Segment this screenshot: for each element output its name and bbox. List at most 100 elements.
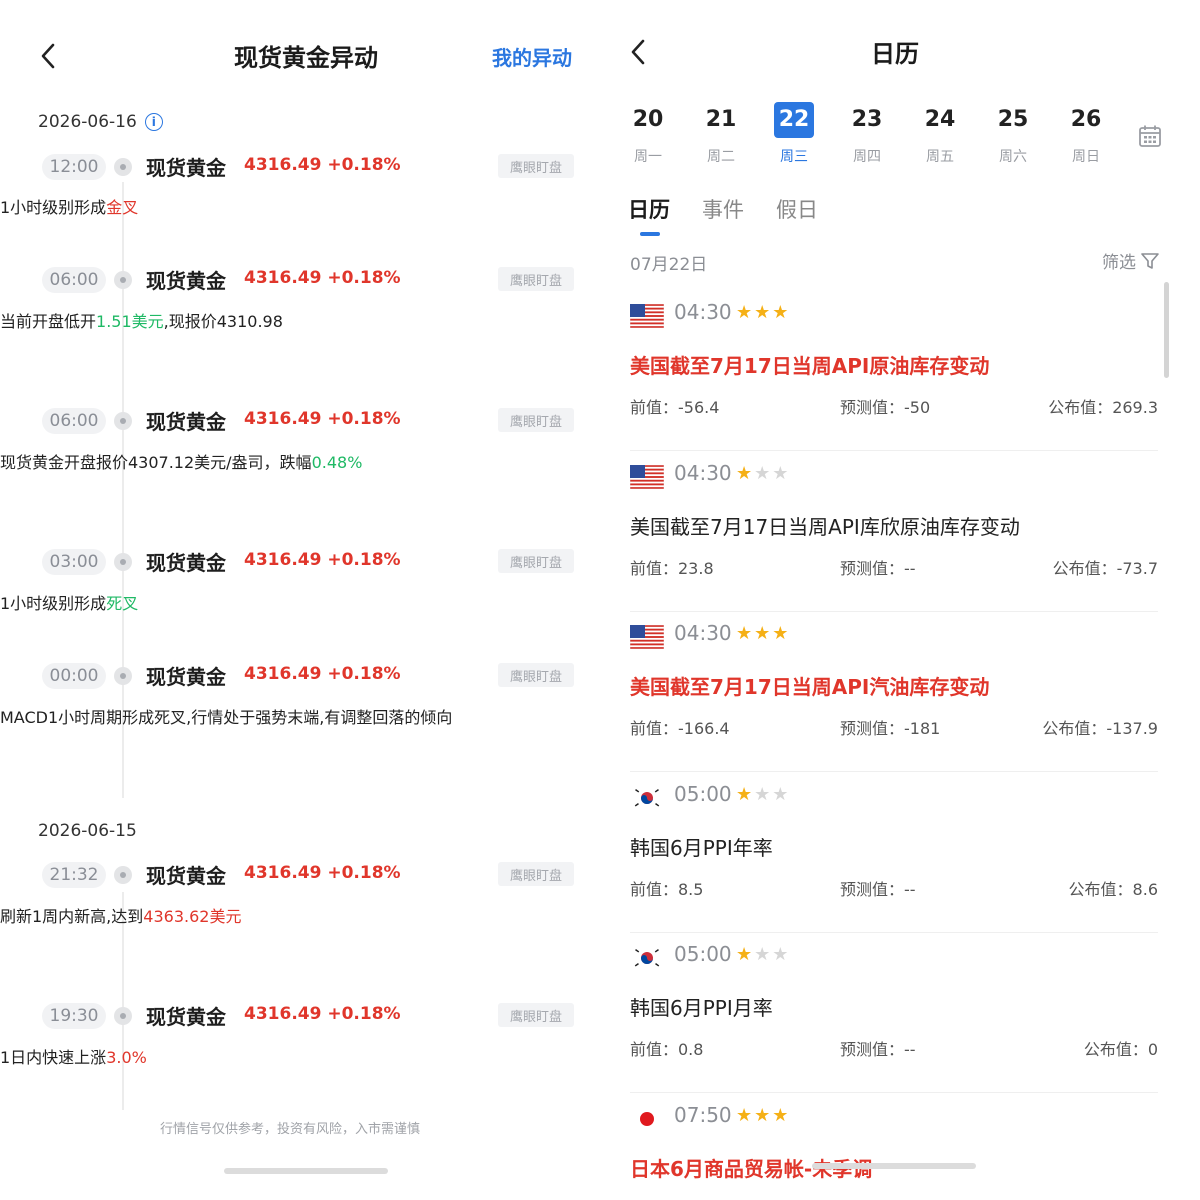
importance-stars: ★★★ [736, 944, 790, 965]
date-group-header: 2026-06-16 i [38, 112, 163, 132]
published-value: 公布值：-137.9 [1042, 719, 1158, 738]
instrument-price: 4316.49 +0.18% [244, 863, 401, 883]
importance-stars: ★★★ [736, 1105, 790, 1126]
calendar-event-item[interactable]: 05:00 ★★★ 韩国6月PPI月率 前值：0.8 预测值：-- 公布值：0 [630, 932, 1158, 1093]
alert-text: 当前开盘低开 [0, 312, 97, 331]
star-icon: ★ [736, 783, 755, 805]
alert-time: 00:00 [42, 663, 106, 689]
calendar-panel: 日历 20 周一 21 周二 22 周三 23 周四 24 周五 25 周六 26 周日 日历 事件 假日… [600, 0, 1200, 1200]
us-flag-icon [630, 625, 664, 649]
alert-time: 21:32 [42, 862, 106, 888]
day-22[interactable]: 22 周三 [774, 102, 814, 166]
day-number: 20 [632, 107, 664, 132]
day-23[interactable]: 23 周四 [847, 102, 887, 166]
instrument-name: 现货黄金 [146, 1005, 226, 1029]
alert-message: 现货黄金开盘报价4307.12美元/盎司，跌幅0.48% [0, 449, 362, 533]
instrument-name: 现货黄金 [146, 864, 226, 888]
tab-calendar[interactable]: 日历 [628, 194, 670, 236]
alert-time: 03:00 [42, 549, 106, 575]
importance-stars: ★★★ [736, 784, 790, 805]
instrument-name: 现货黄金 [146, 551, 226, 575]
event-title: 韩国6月PPI月率 [630, 996, 773, 1020]
jp-flag-icon [630, 1106, 664, 1131]
filter-icon [1141, 252, 1159, 269]
star-icon: ★ [772, 623, 791, 644]
alert-text: 现货黄金开盘报价4307.12美元/盎司，跌幅 [0, 453, 312, 472]
alert-highlight: 3.0% [106, 1048, 147, 1067]
alert-message: MACD1小时周期形成死叉,行情处于强势末端,有调整回落的倾向 [0, 704, 452, 788]
us-flag-icon [630, 464, 664, 489]
event-title: 韩国6月PPI年率 [630, 835, 773, 860]
previous-value: 前值：-166.4 [630, 719, 730, 738]
timeline-dot [114, 553, 132, 571]
alert-text: MACD1小时周期形成死叉,行情处于强势末端,有调整回落的倾向 [0, 708, 453, 727]
star-icon: ★ [736, 302, 755, 323]
list-date-label: 07月22日 [630, 255, 708, 275]
star-icon: ★ [754, 783, 773, 805]
timeline-dot [114, 866, 132, 884]
calendar-icon[interactable] [1138, 124, 1162, 148]
alert-text: 1日内快速上涨 [0, 1048, 107, 1067]
star-icon: ★ [754, 944, 773, 965]
day-weekday: 周二 [707, 149, 735, 165]
event-title: 美国截至7月17日当周API汽油库存变动 [630, 675, 990, 699]
calendar-event-item[interactable]: 05:00 ★★★ 韩国6月PPI年率 前值：8.5 预测值：-- 公布值：8.6 [630, 772, 1158, 933]
forecast-value: 预测值：-181 [840, 719, 941, 738]
published-value: 公布值：8.6 [1068, 879, 1158, 899]
instrument-price: 4316.49 +0.18% [244, 550, 401, 570]
tab-holidays[interactable]: 假日 [776, 194, 818, 224]
scrollbar[interactable] [1164, 282, 1169, 378]
previous-value: 前值：8.5 [630, 879, 704, 899]
instrument-name: 现货黄金 [146, 410, 226, 434]
tab-events[interactable]: 事件 [702, 194, 744, 224]
star-icon: ★ [754, 302, 773, 323]
day-weekday: 周日 [1072, 149, 1100, 165]
star-icon: ★ [772, 462, 791, 484]
us-flag-icon [630, 304, 664, 328]
alert-highlight: 0.48% [311, 453, 363, 472]
timeline-dot [114, 667, 132, 685]
instrument-price: 4316.49 +0.18% [244, 268, 401, 288]
calendar-event-item[interactable]: 07:50 ★★★ 日本6月商品贸易帐-未季调 [630, 1093, 1158, 1200]
instrument-name: 现货黄金 [146, 156, 226, 180]
alert-message: 当前开盘低开1.51美元,现报价4310.98 [0, 308, 283, 364]
date-group-header: 2026-06-15 [38, 821, 137, 841]
calendar-tabs: 日历 事件 假日 [628, 194, 818, 236]
instrument-name: 现货黄金 [146, 665, 226, 689]
calendar-event-item[interactable]: 04:30 ★★★ 美国截至7月17日当周API汽油库存变动 前值：-166.4 预测值… [630, 611, 1158, 772]
alert-message: 1日内快速上涨3.0% [0, 1044, 147, 1100]
published-value: 公布值：-73.7 [1052, 558, 1158, 578]
day-24[interactable]: 24 周五 [920, 102, 960, 166]
alert-message: 刷新1周内新高,达到4363.62美元 [0, 903, 241, 959]
star-icon: ★ [736, 623, 755, 644]
alert-highlight: 死叉 [106, 594, 139, 613]
source-tag: 鹰眼盯盘 [498, 862, 574, 886]
star-icon: ★ [772, 783, 791, 805]
timeline-dot [114, 158, 132, 176]
day-weekday: 周四 [853, 149, 881, 165]
timeline-dot [114, 271, 132, 289]
day-number: 24 [924, 107, 956, 132]
day-weekday: 周三 [780, 149, 808, 165]
alert-text-tail: ,现报价4310.98 [163, 312, 283, 331]
kr-flag-icon [630, 946, 664, 970]
timeline-dot [114, 1007, 132, 1025]
day-26[interactable]: 26 周日 [1066, 102, 1106, 166]
alert-text: 刷新1周内新高,达到 [0, 907, 144, 926]
calendar-event-item[interactable]: 04:30 ★★★ 美国截至7月17日当周API库欣原油库存变动 前值：23.8 预测值… [630, 451, 1158, 612]
calendar-event-item[interactable]: 04:30 ★★★ 美国截至7月17日当周API原油库存变动 前值：-56.4 预测值：… [630, 290, 1158, 451]
day-25[interactable]: 25 周六 [993, 102, 1033, 166]
home-indicator [812, 1163, 976, 1169]
filter-button[interactable]: 筛选 [1102, 248, 1160, 273]
alert-message: 1小时级别形成金叉 [0, 194, 138, 250]
published-value: 公布值：269.3 [1048, 398, 1158, 417]
star-icon: ★ [772, 1104, 791, 1126]
alert-highlight: 1.51美元 [96, 312, 164, 331]
page-title: 日历 [871, 40, 919, 68]
day-21[interactable]: 21 周二 [701, 102, 741, 166]
info-icon[interactable]: i [144, 113, 163, 131]
alert-message: 1小时级别形成死叉 [0, 590, 138, 646]
my-changes-link[interactable]: 我的异动 [492, 42, 572, 71]
day-20[interactable]: 20 周一 [628, 102, 668, 166]
importance-stars: ★★★ [736, 623, 790, 644]
